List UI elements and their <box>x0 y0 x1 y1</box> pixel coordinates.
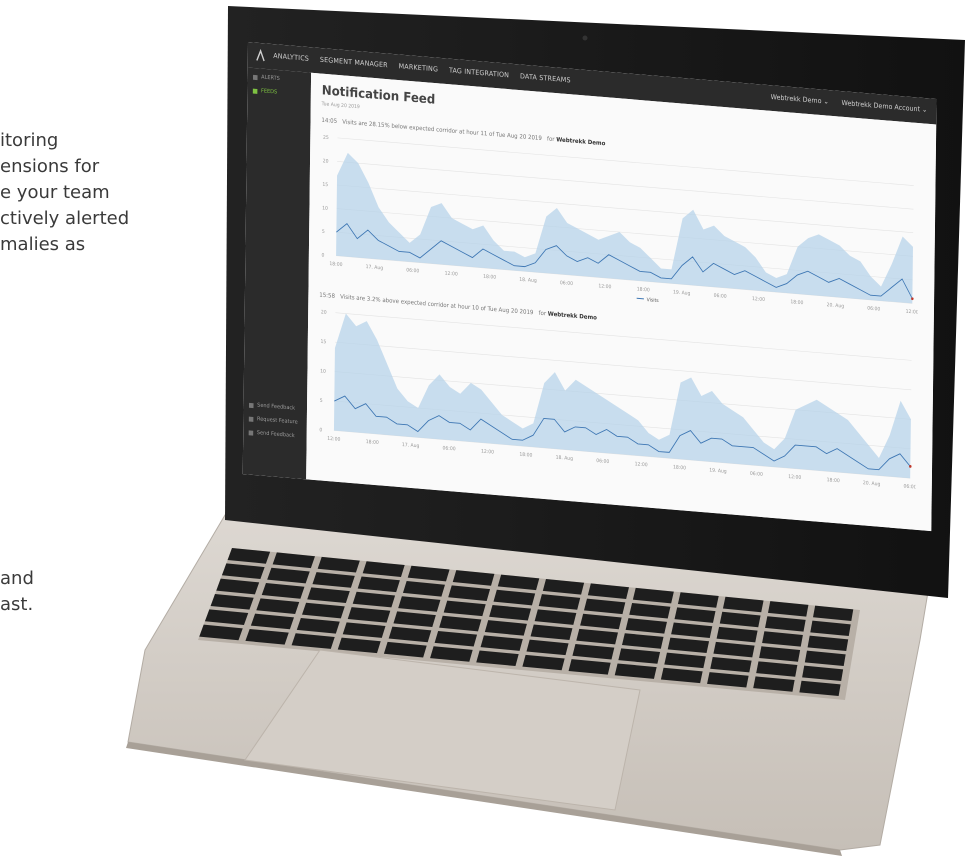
gridline <box>337 161 914 210</box>
visits-chart-1: 25 20 15 10 5 0 18:00 17. Aug 06:00 12:00 18:00 18.… <box>322 134 919 316</box>
x-tick-label: 06:00 <box>867 305 880 312</box>
x-tick-label: 06:00 <box>406 267 419 274</box>
y-tick-label: 15 <box>320 339 326 346</box>
x-tick-label: 18:00 <box>637 286 650 293</box>
x-tick-label: 19. Aug <box>709 467 727 475</box>
x-tick-label: 12:00 <box>327 436 340 443</box>
y-tick-label: 0 <box>319 427 322 433</box>
x-tick-label: 06:00 <box>750 471 763 478</box>
x-tick-label: 19. Aug <box>673 289 691 297</box>
alert-account: Webtrekk Demo <box>556 136 606 148</box>
x-tick-label: 18:00 <box>366 439 379 446</box>
alert-time: 15:58 <box>319 291 335 300</box>
y-tick-label: 10 <box>322 205 328 212</box>
feedback-icon <box>248 402 254 408</box>
y-tick-label: 0 <box>322 252 325 258</box>
legend-swatch <box>636 297 644 300</box>
alert-for: for <box>538 309 547 318</box>
y-tick-label: 20 <box>321 309 327 316</box>
gridline <box>335 341 912 391</box>
sidebar-item-label: Send Feedback <box>257 402 296 412</box>
x-tick-label: 18. Aug <box>519 277 537 285</box>
x-tick-label: 12:00 <box>788 474 801 481</box>
x-tick-label: 06:00 <box>596 458 609 465</box>
feed-icon <box>252 88 258 94</box>
legend-label: Visits <box>647 297 660 304</box>
gridline <box>335 312 912 361</box>
x-tick-label: 18. Aug <box>556 455 574 463</box>
account-select[interactable]: Webtrekk Demo ⌄ <box>771 93 829 106</box>
x-tick-label: 18:00 <box>519 452 532 459</box>
y-tick-label: 10 <box>320 368 326 375</box>
sidebar-item-label: ALERTS <box>261 74 280 82</box>
sidebar-item-feeds[interactable]: FEEDS <box>252 88 278 96</box>
x-tick-label: 18:00 <box>790 299 803 306</box>
gridline <box>336 184 914 234</box>
x-tick-label: 12:00 <box>752 296 765 303</box>
x-tick-label: 18:00 <box>827 477 840 484</box>
main-content: Notification Feed Tue Aug 20 2019 14:05 … <box>306 72 937 532</box>
y-tick-label: 15 <box>322 182 328 189</box>
x-tick-label: 17. Aug <box>366 264 384 272</box>
gridline <box>337 137 914 186</box>
y-tick-label: 20 <box>323 158 329 165</box>
x-tick-label: 06:00 <box>714 293 727 300</box>
visits-chart-2: 20 15 10 5 0 12:00 18:00 17. Aug 06:00 12:00 18:00… <box>319 309 916 490</box>
x-tick-label: 12:00 <box>445 270 458 277</box>
x-tick-label: 12:00 <box>635 461 648 468</box>
x-tick-label: 12:00 <box>598 283 611 290</box>
sidebar-item-alerts[interactable]: ALERTS <box>252 74 280 82</box>
x-tick-label: 20. Aug <box>827 302 845 310</box>
x-tick-label: 17. Aug <box>402 442 420 450</box>
sidebar-item-request-feature[interactable]: Request Feature <box>248 416 298 426</box>
sidebar-item-label: Request Feature <box>256 416 298 426</box>
sidebar-item-label: FEEDS <box>260 88 278 96</box>
nav-marketing[interactable]: MARKETING <box>399 62 439 73</box>
x-tick-label: 06:00 <box>903 483 916 490</box>
feedback-icon <box>248 429 254 436</box>
x-tick-label: 18:00 <box>673 464 686 471</box>
screen: ANALYTICS SEGMENT MANAGER MARKETING TAG … <box>242 42 937 532</box>
logo-icon <box>256 48 265 62</box>
expected-corridor-area <box>336 152 913 304</box>
nav-data-streams[interactable]: DATA STREAMS <box>520 72 571 84</box>
nav-segment-manager[interactable]: SEGMENT MANAGER <box>320 56 388 69</box>
alert-icon <box>252 74 258 80</box>
sidebar: ALERTS FEEDS Send Feedback Request Featu… <box>242 67 312 480</box>
x-tick-label: 18:00 <box>483 274 496 281</box>
x-tick-label: 06:00 <box>560 280 573 287</box>
alert-for: for <box>547 135 555 144</box>
sidebar-item-label: Send Feedback <box>256 430 295 440</box>
feed-date: Tue Aug 20 2019 <box>321 101 360 111</box>
sidebar-item-send-feedback[interactable]: Send Feedback <box>248 402 296 412</box>
account-menu: Webtrekk Demo ⌄ Webtrekk Demo Account ⌄ <box>771 93 928 114</box>
alert-account: Webtrekk Demo <box>547 310 597 322</box>
feature-icon <box>248 416 254 422</box>
x-tick-label: 20. Aug <box>863 480 881 488</box>
y-tick-label: 5 <box>320 398 323 404</box>
x-tick-label: 06:00 <box>443 445 456 452</box>
y-tick-label: 25 <box>323 134 329 141</box>
y-tick-label: 5 <box>322 229 325 235</box>
nav-analytics[interactable]: ANALYTICS <box>273 52 309 63</box>
account-demo-select[interactable]: Webtrekk Demo Account ⌄ <box>841 99 927 114</box>
x-tick-label: 12:00 <box>481 448 494 455</box>
x-tick-label: 18:00 <box>329 261 342 268</box>
camera <box>582 35 588 41</box>
alert-time: 14:05 <box>321 116 338 126</box>
nav-tag-integration[interactable]: TAG INTEGRATION <box>449 67 509 80</box>
x-tick-label: 12:00 <box>906 309 919 316</box>
sidebar-item-send-feedback-2[interactable]: Send Feedback <box>248 429 295 440</box>
